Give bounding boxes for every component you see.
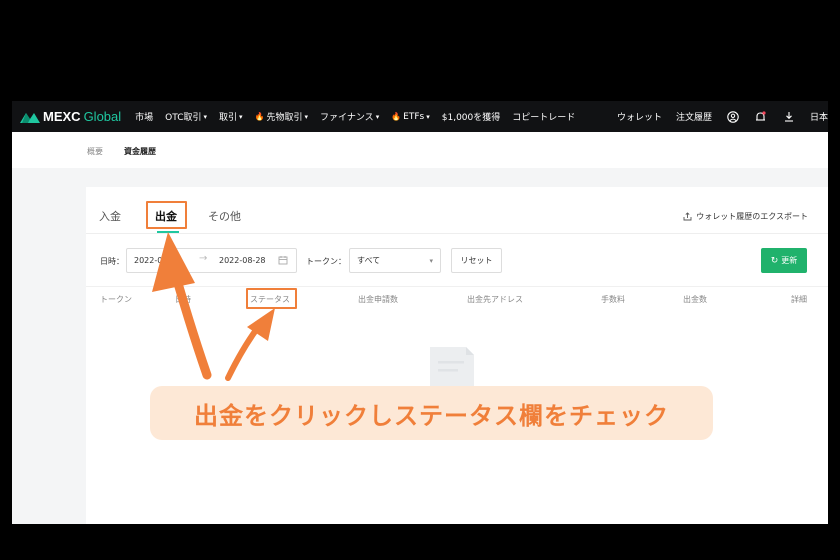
nav-language[interactable]: 日本 bbox=[810, 110, 828, 123]
chevron-down-icon: ▾ bbox=[375, 112, 380, 121]
fund-history-card: 入金 出金 その他 ウォレット履歴のエクスポート 日時： 2022-0 → 20… bbox=[86, 187, 828, 524]
date-range-picker[interactable]: 2022-0 bbox=[126, 248, 297, 273]
nav-otc-label: OTC取引 bbox=[165, 113, 202, 123]
nav-language-label: 日本 bbox=[809, 113, 828, 123]
fire-icon: 🔥 bbox=[254, 112, 265, 121]
bell-icon[interactable] bbox=[754, 110, 768, 124]
end-date-value: 2022-08-28 bbox=[219, 256, 266, 265]
nav-finance[interactable]: ファイナンス ▾ bbox=[320, 110, 380, 124]
nav-market[interactable]: 市場 bbox=[135, 110, 153, 123]
token-select-value: すべて bbox=[357, 256, 381, 265]
empty-state-document-icon bbox=[430, 347, 474, 387]
mexc-logo[interactable]: MEXC Global bbox=[20, 109, 121, 124]
calendar-icon[interactable] bbox=[278, 255, 288, 265]
nav-trade-label: 取引 bbox=[219, 113, 238, 123]
export-wallet-history-link[interactable]: ウォレット履歴のエクスポート bbox=[683, 211, 808, 222]
nav-copy-trade[interactable]: コピートレード bbox=[512, 110, 575, 123]
nav-reward[interactable]: $1,000を獲得 bbox=[442, 110, 501, 123]
date-range-arrow-icon: → bbox=[199, 253, 208, 264]
brand-name: MEXC bbox=[43, 109, 81, 124]
top-navigation-right: ウォレット 注文履歴 日本 bbox=[617, 101, 828, 132]
refresh-icon: ↻ bbox=[770, 255, 779, 266]
nav-etfs-label: ETFs bbox=[403, 111, 425, 122]
browser-frame: MEXC Global 市場 OTC取引 ▾ 取引 ▾ 🔥 先物取引 ▾ ファイナンス ▾… bbox=[12, 101, 828, 524]
start-date-value: 2022-0 bbox=[134, 256, 163, 265]
column-withdraw-address: 出金先アドレス bbox=[467, 295, 523, 304]
column-withdraw-amount: 出金数 bbox=[683, 295, 707, 304]
nav-futures-label: 先物取引 bbox=[266, 113, 303, 123]
sub-navigation: 概要 資金履歴 bbox=[12, 132, 828, 168]
withdraw-tab-highlight bbox=[146, 201, 187, 229]
refresh-button-label: 更新 bbox=[781, 256, 798, 265]
reset-button-label: リセット bbox=[460, 256, 493, 265]
fire-icon: 🔥 bbox=[391, 112, 402, 121]
nav-trade[interactable]: 取引 ▾ bbox=[219, 110, 243, 124]
subnav-fund-history[interactable]: 資金履歴 bbox=[124, 146, 156, 157]
download-icon[interactable] bbox=[782, 110, 796, 124]
nav-orders[interactable]: 注文履歴 bbox=[676, 110, 712, 123]
export-label: ウォレット履歴のエクスポート bbox=[696, 212, 808, 221]
token-select[interactable]: すべて ▾ bbox=[349, 248, 441, 273]
mexc-logo-icon bbox=[20, 112, 40, 123]
column-withdraw-request-amount: 出金申請数 bbox=[358, 295, 398, 304]
user-icon[interactable] bbox=[726, 110, 740, 124]
instruction-callout: 出金をクリックしステータス欄をチェック bbox=[150, 386, 713, 440]
column-fee: 手数料 bbox=[601, 295, 625, 304]
chevron-down-icon: ▾ bbox=[429, 256, 433, 265]
date-label: 日時： bbox=[100, 257, 124, 266]
top-navigation: MEXC Global 市場 OTC取引 ▾ 取引 ▾ 🔥 先物取引 ▾ ファイナンス ▾… bbox=[12, 101, 828, 132]
tab-deposit[interactable]: 入金 bbox=[99, 208, 121, 224]
column-datetime: 日時 bbox=[175, 295, 191, 304]
chevron-down-icon: ▾ bbox=[426, 112, 430, 121]
nav-market-label: 市場 bbox=[135, 113, 154, 123]
nav-copy-trade-label: コピートレード bbox=[512, 113, 576, 123]
brand-suffix: Global bbox=[83, 109, 122, 124]
chevron-down-icon: ▾ bbox=[203, 112, 208, 121]
refresh-button[interactable]: ↻ 更新 bbox=[761, 248, 807, 273]
export-icon bbox=[683, 212, 692, 221]
nav-orders-label: 注文履歴 bbox=[675, 113, 712, 123]
nav-finance-label: ファイナンス bbox=[320, 113, 374, 123]
nav-otc[interactable]: OTC取引 ▾ bbox=[165, 110, 208, 124]
token-label: トークン： bbox=[306, 257, 346, 266]
tab-other[interactable]: その他 bbox=[208, 208, 241, 224]
chevron-down-icon: ▾ bbox=[304, 112, 309, 121]
instruction-callout-text: 出金をクリックしステータス欄をチェック bbox=[194, 401, 669, 430]
column-token: トークン bbox=[100, 295, 132, 304]
nav-reward-label: $1,000を獲得 bbox=[441, 113, 501, 123]
chevron-down-icon: ▾ bbox=[239, 112, 243, 121]
column-details: 詳細 bbox=[791, 295, 807, 304]
subnav-overview[interactable]: 概要 bbox=[87, 146, 103, 157]
nav-futures[interactable]: 🔥 先物取引 ▾ bbox=[255, 110, 309, 123]
nav-wallet-label: ウォレット bbox=[616, 113, 662, 123]
reset-button[interactable]: リセット bbox=[451, 248, 502, 273]
nav-etfs[interactable]: 🔥 ETFs ▾ bbox=[391, 112, 430, 122]
nav-wallet[interactable]: ウォレット bbox=[617, 110, 662, 123]
status-column-highlight bbox=[246, 288, 297, 309]
table-header-divider bbox=[86, 286, 828, 287]
tabs-divider bbox=[86, 233, 828, 234]
